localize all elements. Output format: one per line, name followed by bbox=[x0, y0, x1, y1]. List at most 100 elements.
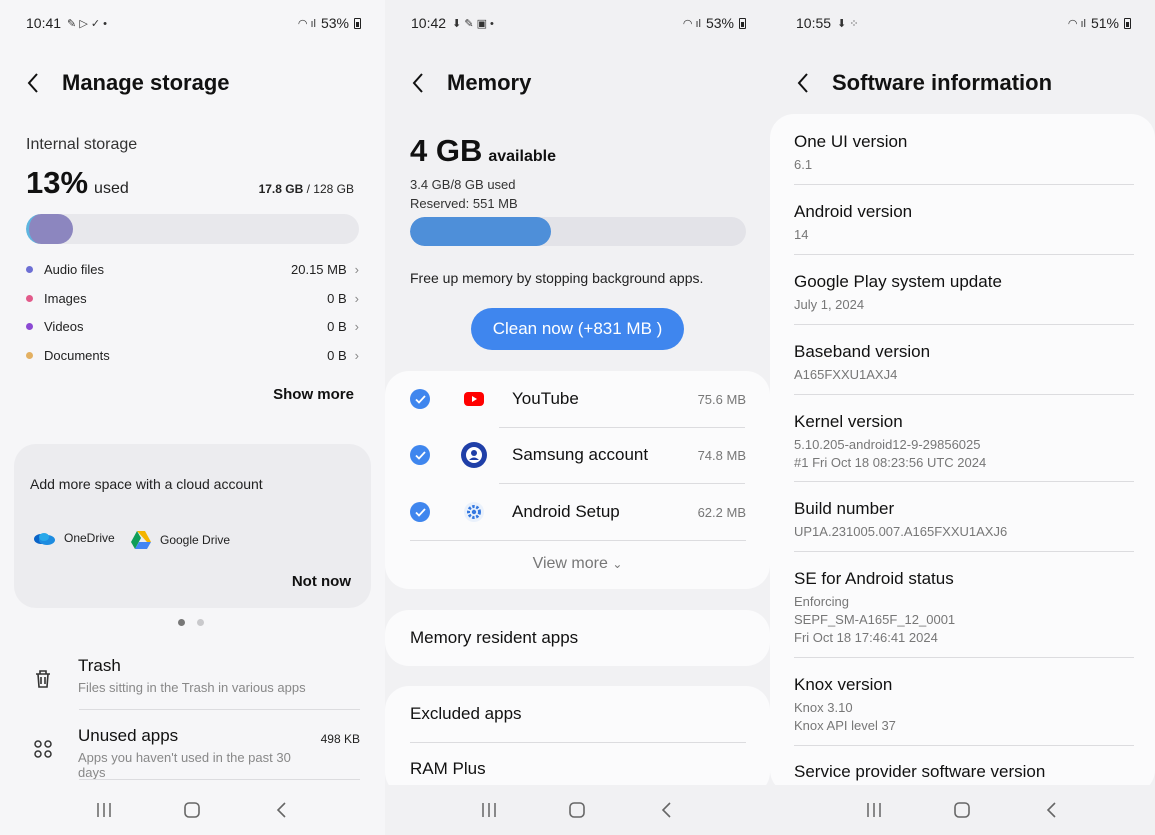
unused-apps-size: 498 KB bbox=[320, 732, 360, 746]
chevron-down-icon: ⌄ bbox=[612, 557, 623, 571]
samsung-account-icon bbox=[460, 441, 488, 469]
recents-button[interactable] bbox=[84, 795, 124, 825]
recents-button[interactable] bbox=[854, 795, 894, 825]
memory-usage-bar bbox=[410, 217, 746, 246]
used-amount: 17.8 GB bbox=[258, 182, 304, 196]
page-title: Software information bbox=[832, 70, 1053, 95]
free-up-text: Free up memory by stopping background ap… bbox=[410, 270, 704, 286]
reserved-line: Reserved: 551 MB bbox=[410, 196, 518, 211]
home-button[interactable] bbox=[557, 795, 597, 825]
checkbox-checked-icon[interactable] bbox=[410, 445, 430, 465]
legend-documents[interactable]: Documents 0 B › bbox=[26, 348, 359, 363]
memory-details: 3.4 GB/8 GB used Reserved: 551 MB bbox=[410, 175, 518, 213]
unused-apps-row[interactable]: Unused apps Apps you haven't used in the … bbox=[26, 726, 360, 780]
status-time: 10:41 bbox=[26, 15, 62, 31]
software-info-list: One UI version 6.1 Android version 14 Goog… bbox=[770, 114, 1155, 794]
google-drive-option[interactable]: Google Drive bbox=[130, 530, 230, 550]
ram-plus[interactable]: RAM Plus bbox=[410, 759, 486, 779]
not-now-button[interactable]: Not now bbox=[292, 573, 351, 590]
memory-available: 4 GB available bbox=[410, 133, 556, 169]
battery-icon bbox=[354, 17, 361, 29]
home-button[interactable] bbox=[942, 795, 982, 825]
knox-version-item[interactable]: Knox version Knox 3.10 Knox API level 37 bbox=[794, 675, 1134, 735]
nav-back-button[interactable] bbox=[646, 795, 686, 825]
chevron-left-icon bbox=[797, 73, 808, 93]
notification-icons: ✎ ▷ ✓ • bbox=[67, 17, 107, 30]
checkbox-checked-icon[interactable] bbox=[410, 502, 430, 522]
used-line: 3.4 GB/8 GB used bbox=[410, 177, 516, 192]
back-button[interactable] bbox=[22, 64, 44, 102]
back-nav-icon bbox=[276, 802, 286, 818]
total-amount: / 128 GB bbox=[306, 182, 354, 196]
apps-icon bbox=[26, 732, 60, 766]
back-button[interactable] bbox=[407, 64, 429, 102]
status-bar: 10:55 ⬇ ⁘ ◠ ıl 51% bbox=[796, 12, 1131, 34]
baseband-version-item[interactable]: Baseband version A165FXXU1AXJ4 bbox=[794, 342, 1134, 384]
trash-row[interactable]: Trash Files sitting in the Trash in vario… bbox=[26, 656, 360, 696]
nav-back-button[interactable] bbox=[261, 795, 301, 825]
page-title: Memory bbox=[447, 70, 532, 95]
notification-icons: ⬇ ✎ ▣ • bbox=[452, 17, 494, 30]
divider bbox=[794, 184, 1134, 185]
home-button[interactable] bbox=[172, 795, 212, 825]
legend-dot bbox=[26, 266, 33, 273]
legend-dot bbox=[26, 352, 33, 359]
trash-icon bbox=[26, 662, 60, 696]
chevron-right-icon: › bbox=[354, 262, 359, 277]
app-row-samsung-account[interactable]: Samsung account 74.8 MB bbox=[410, 427, 746, 483]
divider bbox=[794, 551, 1134, 552]
software-information-screen: 10:55 ⬇ ⁘ ◠ ıl 51% Software information On… bbox=[770, 0, 1155, 835]
legend-images[interactable]: Images 0 B › bbox=[26, 291, 359, 306]
status-time: 10:55 bbox=[796, 15, 832, 31]
storage-usage-bar bbox=[26, 214, 359, 244]
status-bar: 10:41 ✎ ▷ ✓ • ◠ ıl 53% bbox=[26, 12, 361, 34]
back-button[interactable] bbox=[792, 64, 814, 102]
storage-total: 17.8 GB / 128 GB bbox=[259, 182, 354, 196]
legend-videos[interactable]: Videos 0 B › bbox=[26, 319, 359, 334]
service-provider-version-item[interactable]: Service provider software version bbox=[794, 762, 1134, 782]
excluded-card bbox=[385, 686, 770, 796]
navigation-bar bbox=[0, 785, 385, 835]
divider bbox=[794, 394, 1134, 395]
android-version-item[interactable]: Android version 14 bbox=[794, 202, 1134, 244]
divider bbox=[79, 709, 360, 710]
recents-icon bbox=[97, 803, 111, 817]
one-ui-version-item[interactable]: One UI version 6.1 bbox=[794, 132, 1134, 174]
checkbox-checked-icon[interactable] bbox=[410, 389, 430, 409]
recents-button[interactable] bbox=[469, 795, 509, 825]
available-value: 4 GB bbox=[410, 133, 483, 168]
wifi-signal-icon: ◠ ıl bbox=[297, 17, 316, 30]
app-row-youtube[interactable]: YouTube 75.6 MB bbox=[410, 371, 746, 427]
memory-usage-fill bbox=[410, 217, 552, 246]
clean-now-button[interactable]: Clean now (+831 MB ) bbox=[471, 308, 684, 350]
available-word: available bbox=[488, 148, 556, 165]
internal-storage-label: Internal storage bbox=[26, 136, 138, 153]
youtube-icon bbox=[460, 385, 488, 413]
excluded-apps[interactable]: Excluded apps bbox=[410, 704, 522, 724]
notification-icons: ⬇ ⁘ bbox=[837, 17, 859, 30]
memory-resident-apps[interactable]: Memory resident apps bbox=[410, 628, 578, 648]
used-word: used bbox=[94, 180, 129, 197]
kernel-version-item[interactable]: Kernel version 5.10.205-android12-9-29856… bbox=[794, 412, 1134, 472]
legend-audio[interactable]: Audio files 20.15 MB › bbox=[26, 262, 359, 277]
legend-dot bbox=[26, 295, 33, 302]
home-icon bbox=[954, 802, 971, 818]
onedrive-option[interactable]: OneDrive bbox=[32, 530, 115, 546]
nav-back-button[interactable] bbox=[1031, 795, 1071, 825]
se-android-status-item[interactable]: SE for Android status Enforcing SEPF_SM-A1… bbox=[794, 569, 1134, 647]
divider bbox=[794, 254, 1134, 255]
view-more-button[interactable]: View more ⌄ bbox=[385, 555, 770, 573]
battery-percent: 51% bbox=[1090, 15, 1119, 31]
google-play-update-item[interactable]: Google Play system update July 1, 2024 bbox=[794, 272, 1134, 314]
back-nav-icon bbox=[661, 802, 671, 818]
chevron-left-icon bbox=[412, 73, 423, 93]
app-row-android-setup[interactable]: Android Setup 62.2 MB bbox=[410, 484, 746, 540]
divider bbox=[794, 745, 1134, 746]
battery-icon bbox=[739, 17, 746, 29]
recents-icon bbox=[482, 803, 496, 817]
wifi-signal-icon: ◠ ıl bbox=[1067, 17, 1086, 30]
gear-icon bbox=[460, 498, 488, 526]
show-more-button[interactable]: Show more bbox=[273, 386, 354, 403]
divider bbox=[410, 742, 746, 743]
build-number-item[interactable]: Build number UP1A.231005.007.A165FXXU1AXJ… bbox=[794, 499, 1134, 541]
